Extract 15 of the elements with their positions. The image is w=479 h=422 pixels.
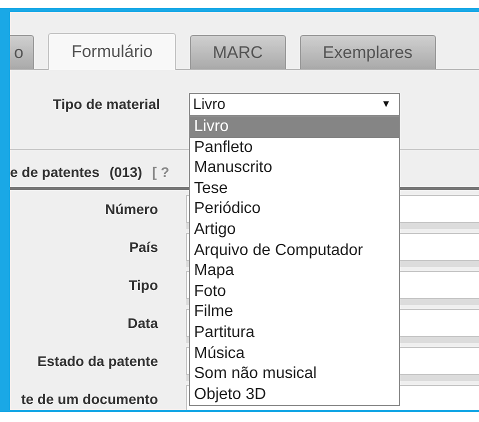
dropdown-option[interactable]: Livro xyxy=(190,117,399,138)
tab[interactable]: MARC xyxy=(190,35,286,69)
section-title: e de patentes xyxy=(10,164,100,180)
tab[interactable]: Formulário xyxy=(48,33,176,70)
field-label: País xyxy=(128,239,158,255)
material-select[interactable]: Livro ▼ xyxy=(189,93,400,116)
tab[interactable]: Exemplares xyxy=(300,35,436,69)
tab[interactable]: o xyxy=(10,35,34,69)
section-code: (013) xyxy=(109,164,142,180)
field-label: Tipo xyxy=(128,277,158,293)
field-label: Número xyxy=(104,201,158,217)
field-label: Data xyxy=(126,315,158,331)
field-label: te de um documento xyxy=(20,391,158,407)
field-label: Estado da patente xyxy=(36,353,158,369)
field-label: Tipo de material xyxy=(52,96,160,112)
